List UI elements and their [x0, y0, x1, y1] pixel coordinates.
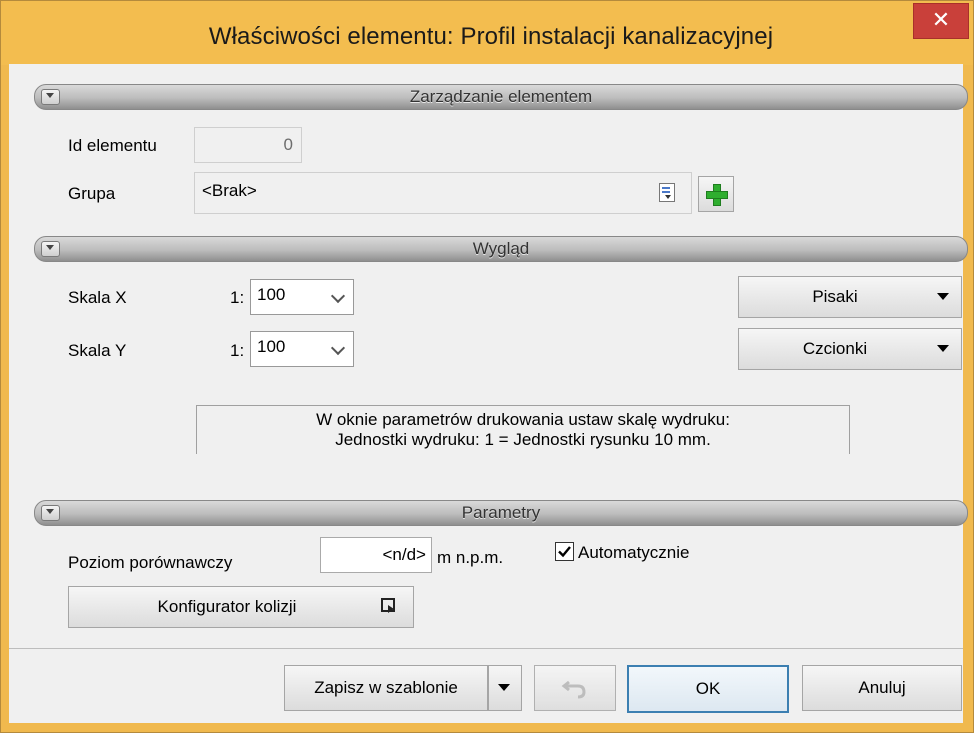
save-template-label: Zapisz w szablonie: [314, 678, 458, 697]
print-scale-info: W oknie parametrów drukowania ustaw skal…: [196, 405, 850, 454]
automatic-checkbox[interactable]: [555, 542, 574, 561]
scale-x-prefix: 1:: [230, 288, 245, 307]
window-title: Właściwości elementu: Profil instalacji …: [208, 23, 774, 50]
element-id-label: Id elementu: [68, 136, 157, 155]
section-title: Parametry: [461, 503, 541, 522]
ok-button[interactable]: OK: [627, 665, 789, 713]
reference-level-value: <n/d>: [382, 545, 427, 564]
chevron-down-icon: [330, 288, 346, 304]
dropdown-arrow-icon: [937, 293, 949, 300]
info-line-2: Jednostki wydruku: 1 = Jednostki rysunku…: [335, 430, 711, 449]
section-title: Zarządzanie elementem: [409, 87, 593, 106]
undo-icon: [561, 680, 586, 699]
plus-icon: [705, 183, 728, 206]
undo-button[interactable]: [534, 665, 616, 711]
dropdown-arrow-icon: [937, 345, 949, 352]
group-value: <Brak>: [202, 181, 257, 200]
automatic-label: Automatycznie: [578, 543, 690, 562]
pens-dropdown-button[interactable]: Pisaki: [738, 276, 962, 318]
section-header-parameters[interactable]: Parametry: [34, 500, 968, 526]
scale-y-select[interactable]: 100: [250, 331, 354, 367]
pens-button-label: Pisaki: [812, 287, 858, 306]
scale-y-label: Skala Y: [68, 341, 127, 360]
checkmark-icon: [558, 546, 571, 558]
scale-x-value: 100: [257, 285, 286, 304]
cancel-button[interactable]: Anuluj: [802, 665, 962, 711]
save-template-dropdown[interactable]: [488, 665, 522, 711]
section-header-management[interactable]: Zarządzanie elementem: [34, 84, 968, 110]
info-line-1: W oknie parametrów drukowania ustaw skal…: [316, 410, 730, 429]
close-button[interactable]: ✕: [913, 3, 969, 39]
scale-y-value: 100: [257, 337, 286, 356]
ok-label: OK: [695, 679, 721, 698]
group-field[interactable]: <Brak>: [194, 172, 692, 214]
chevron-down-icon: [330, 340, 346, 356]
fonts-button-label: Czcionki: [802, 339, 868, 358]
section-title: Wygląd: [472, 239, 530, 258]
unit-label: m n.p.m.: [437, 548, 504, 567]
group-label: Grupa: [68, 184, 116, 203]
scale-x-select[interactable]: 100: [250, 279, 354, 315]
save-template-button[interactable]: Zapisz w szablonie: [284, 665, 488, 711]
footer-separator: [9, 648, 963, 649]
fonts-dropdown-button[interactable]: Czcionki: [738, 328, 962, 370]
open-dialog-icon: [381, 598, 395, 613]
browse-group-icon[interactable]: [659, 183, 675, 202]
reference-level-input[interactable]: <n/d>: [320, 537, 432, 573]
element-id-value: 0: [283, 135, 293, 154]
scale-y-prefix: 1:: [230, 341, 245, 360]
reference-level-label: Poziom porównawczy: [68, 553, 233, 572]
add-group-button[interactable]: [698, 176, 734, 212]
scale-x-label: Skala X: [68, 288, 127, 307]
title-bar[interactable]: Właściwości elementu: Profil instalacji …: [1, 1, 973, 65]
collision-button-label: Konfigurator kolizji: [157, 597, 297, 616]
collision-configurator-button[interactable]: Konfigurator kolizji: [68, 586, 414, 628]
close-icon: ✕: [931, 7, 951, 32]
dropdown-arrow-icon: [498, 684, 510, 691]
cancel-label: Anuluj: [858, 678, 906, 697]
section-header-appearance[interactable]: Wygląd: [34, 236, 968, 262]
element-id-field: 0: [194, 127, 302, 163]
